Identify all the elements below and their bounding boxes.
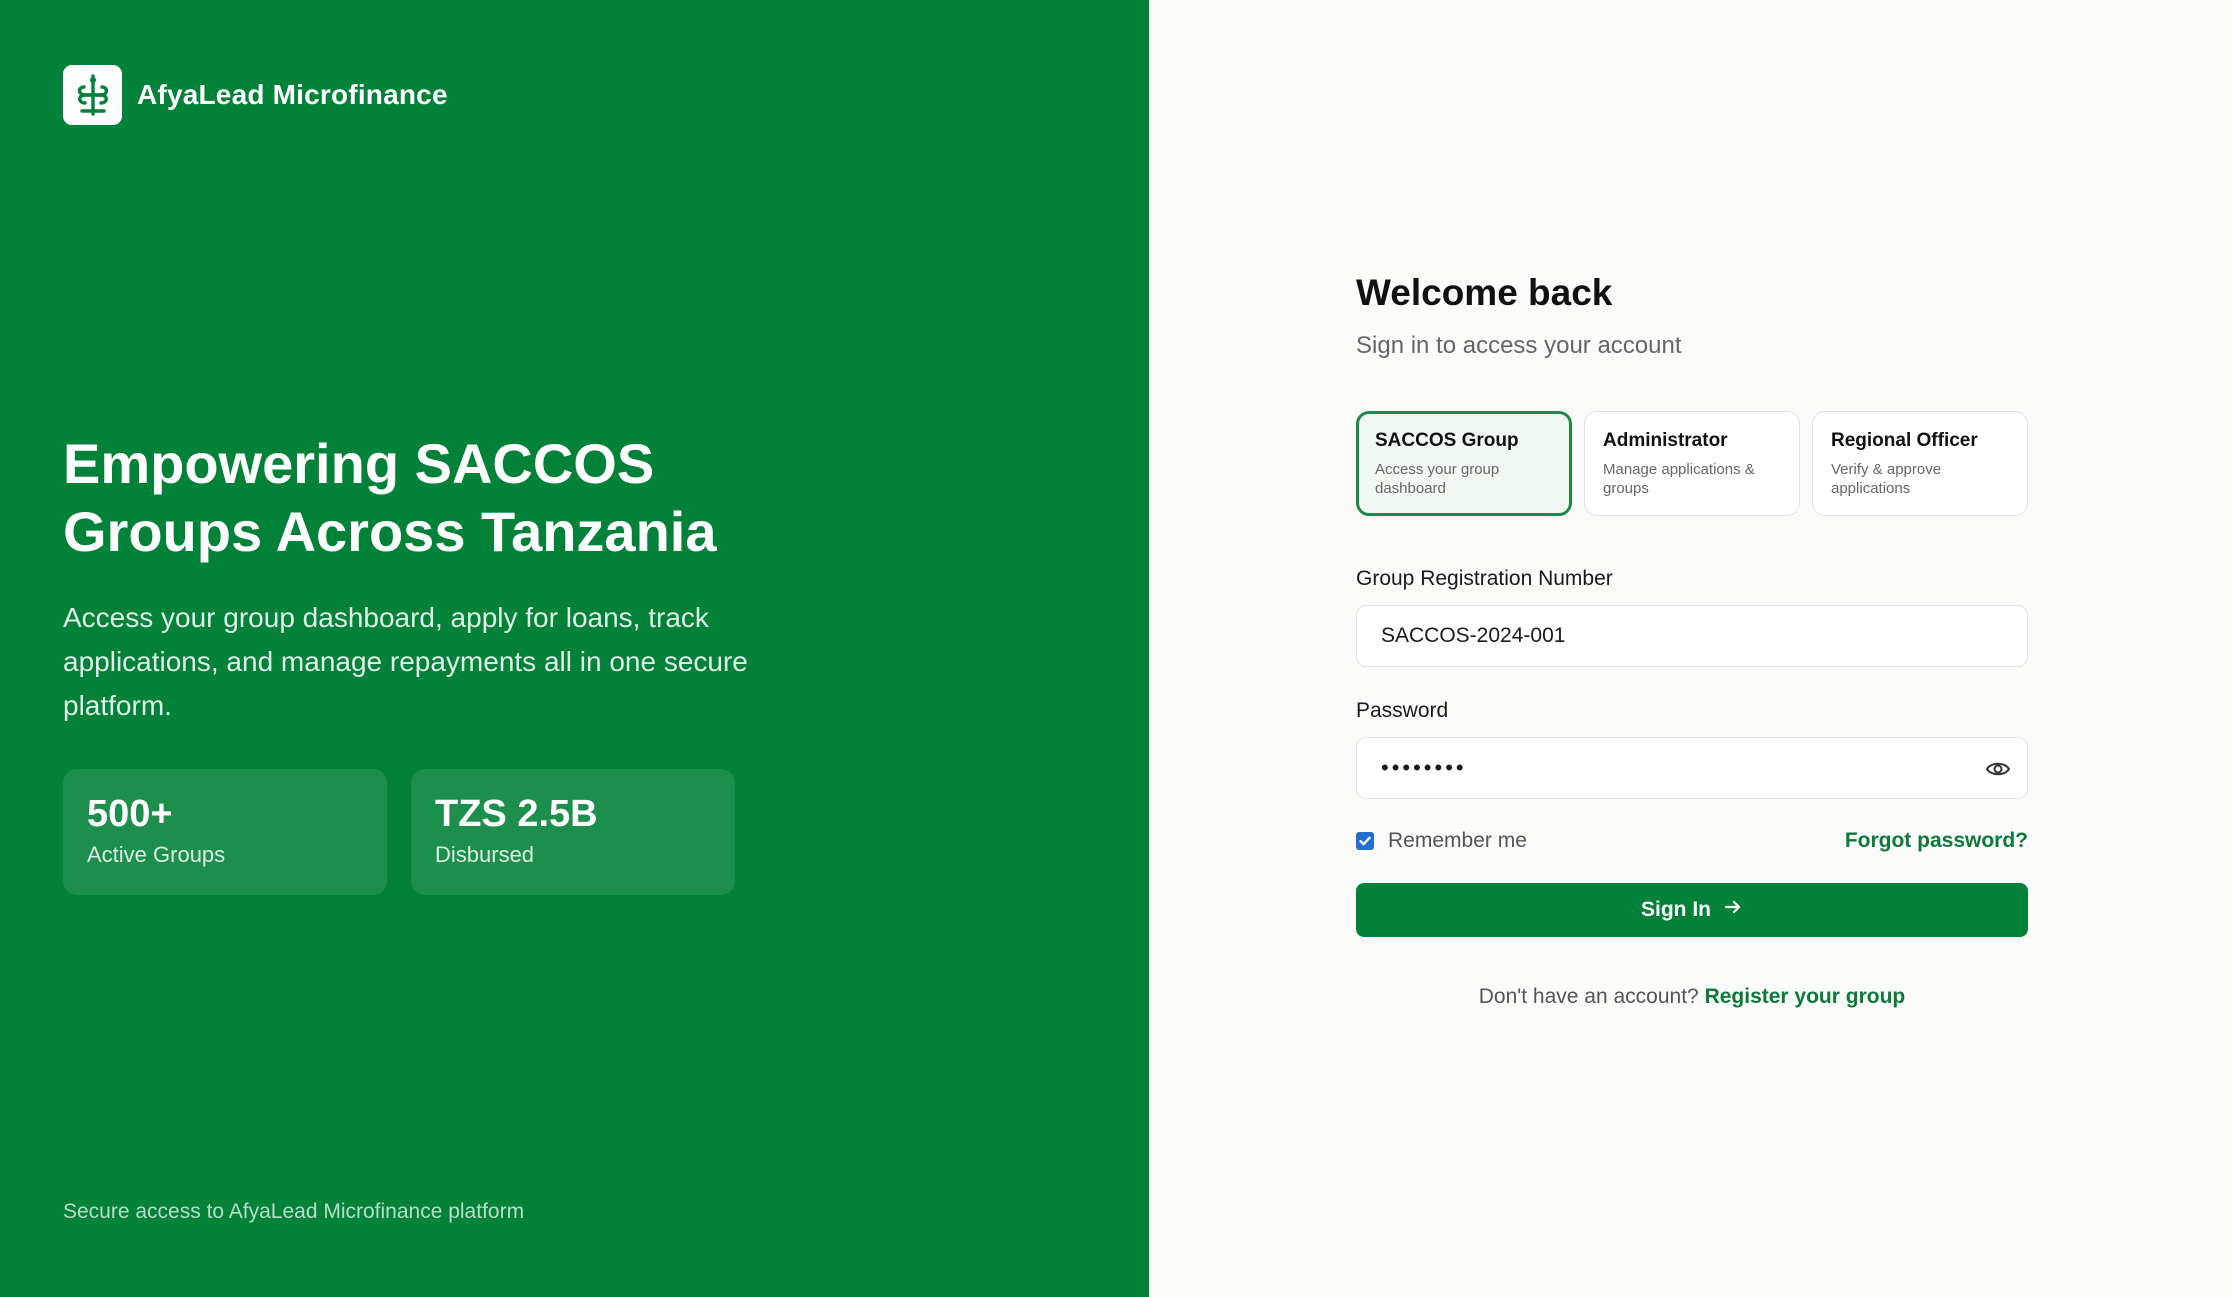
options-row: Remember me Forgot password? [1356,829,2028,853]
role-title: Administrator [1603,430,1728,451]
caduceus-icon [63,65,122,125]
brand-panel: AfyaLead Microfinance Empowering SACCOS … [0,0,1149,1297]
role-title: Regional Officer [1831,430,1978,451]
password-wrapper [1356,737,2028,799]
stat-label: Disbursed [435,842,535,867]
form-panel: Welcome back Sign in to access your acco… [1149,0,2232,1297]
stat-label: Active Groups [87,842,226,867]
remember-me[interactable]: Remember me [1356,829,1527,853]
login-form: Welcome back Sign in to access your acco… [1356,272,2028,1009]
stat-value: TZS 2.5B [435,793,598,835]
forgot-password-link[interactable]: Forgot password? [1845,829,2028,853]
stat-card-active-groups: 500+ Active Groups [63,769,387,895]
hero-title: Empowering SACCOS Groups Across Tanzania [63,432,717,563]
role-selector: SACCOS Group Access your group dashboard… [1356,411,2028,516]
hero-subtitle: Access your group dashboard, apply for l… [63,602,748,721]
password-input[interactable] [1357,738,2027,798]
role-option-administrator[interactable]: Administrator Manage applications & grou… [1584,411,1800,516]
registration-number-label: Group Registration Number [1356,567,1613,590]
register-prompt: Don't have an account? Register your gro… [1356,985,2028,1009]
register-group-link[interactable]: Register your group [1705,985,1906,1008]
brand: AfyaLead Microfinance [63,65,448,125]
role-option-regional-officer[interactable]: Regional Officer Verify & approve applic… [1812,411,2028,516]
form-title: Welcome back [1356,272,1613,313]
brand-name: AfyaLead Microfinance [137,79,448,110]
left-footer-text: Secure access to AfyaLead Microfinance p… [63,1200,525,1223]
login-page: AfyaLead Microfinance Empowering SACCOS … [0,0,2232,1297]
sign-in-button[interactable]: Sign In [1356,883,2028,937]
role-option-saccos-group[interactable]: SACCOS Group Access your group dashboard [1356,411,1572,516]
eye-icon[interactable] [1985,757,2011,781]
hero: Empowering SACCOS Groups Across Tanzania… [63,430,783,728]
stats: 500+ Active Groups TZS 2.5B Disbursed [63,769,735,895]
arrow-right-icon [1723,898,1743,922]
sign-in-label: Sign In [1641,898,1711,921]
role-title: SACCOS Group [1375,430,1519,451]
role-description: Manage applications & groups [1603,461,1755,497]
role-description: Access your group dashboard [1375,461,1500,497]
stat-value: 500+ [87,793,173,835]
stat-card-disbursed: TZS 2.5B Disbursed [411,769,735,895]
registration-number-input[interactable] [1357,606,2027,666]
registration-number-wrapper [1356,605,2028,667]
role-description: Verify & approve applications [1831,461,1942,497]
password-label: Password [1356,699,1449,722]
form-subtitle: Sign in to access your account [1356,332,1682,359]
remember-me-checkbox[interactable] [1356,832,1374,850]
remember-me-label: Remember me [1388,829,1527,852]
register-prompt-text: Don't have an account? [1478,985,1699,1008]
